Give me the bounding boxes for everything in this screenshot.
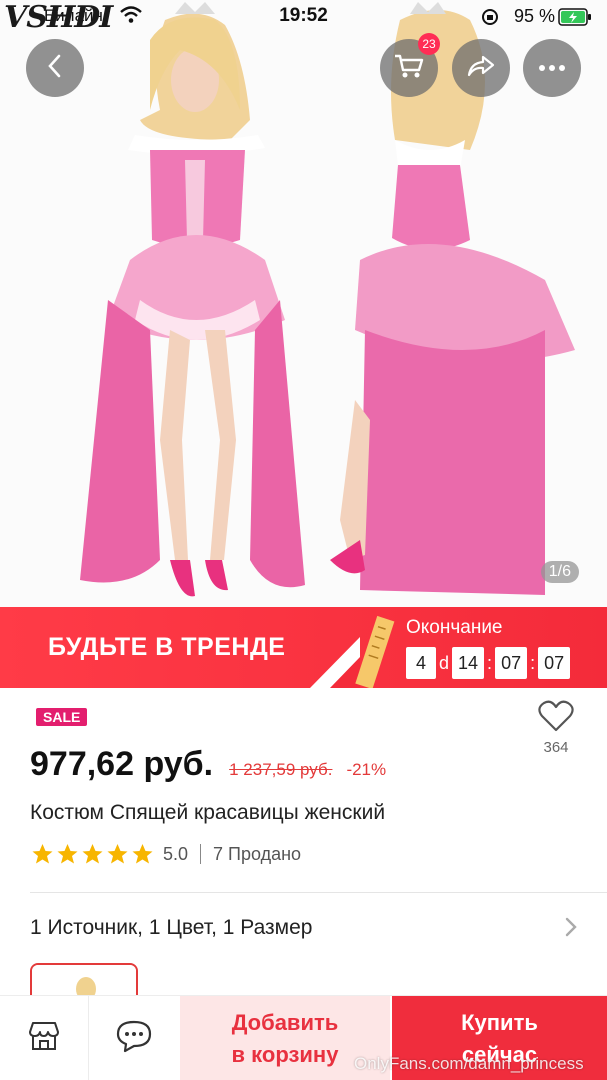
star-icon	[132, 844, 153, 864]
rating-stars	[30, 842, 155, 866]
chat-button[interactable]	[89, 996, 179, 1080]
promo-end-label: Окончание	[406, 617, 503, 638]
section-divider	[30, 892, 607, 893]
cart-button[interactable]: 23	[380, 33, 440, 97]
chevron-right-icon[interactable]	[564, 916, 578, 944]
variants-selector-label[interactable]: 1 Источник, 1 Цвет, 1 Размер	[30, 916, 312, 940]
old-price: 1 237,59 руб.	[229, 760, 333, 779]
countdown-separator: :	[487, 652, 493, 673]
store-button[interactable]	[0, 996, 88, 1080]
countdown-hours: 14	[452, 647, 485, 679]
promo-banner[interactable]: БУДЬТЕ В ТРЕНДЕ Окончание 4 d 14 : 07 : …	[0, 607, 607, 688]
site-watermark-logo: VSHDI	[4, 0, 113, 35]
cart-count-badge: 23	[418, 33, 440, 55]
heart-icon	[538, 700, 574, 736]
current-price: 977,62 руб.	[30, 745, 214, 783]
chat-bubble-icon	[115, 1019, 153, 1058]
store-icon	[27, 1020, 61, 1057]
shopping-cart-icon	[393, 52, 425, 85]
countdown-seconds: 07	[538, 647, 571, 679]
rating-divider	[200, 844, 202, 864]
star-icon	[32, 844, 53, 864]
add-to-cart-label-line1: Добавить	[231, 1009, 339, 1035]
rating-row[interactable]: 5.0 7 Продано	[30, 842, 301, 866]
star-icon	[57, 844, 78, 864]
product-page: Билайн 19:52 95 % VSHDI 23 1/6 БУДЬТЕ В …	[0, 0, 607, 1080]
battery-percent: 95 %	[513, 6, 555, 26]
product-title: Костюм Спящей красавицы женский	[30, 801, 386, 824]
countdown-timer: 4 d 14 : 07 : 07	[406, 647, 571, 679]
countdown-days-unit: d	[439, 652, 450, 673]
countdown-minutes: 07	[495, 647, 528, 679]
more-options-button[interactable]	[523, 39, 581, 97]
sold-count: 7 Продано	[213, 843, 302, 864]
price-row: 977,62 руб. 1 237,59 руб. -21%	[30, 745, 386, 784]
chevron-left-icon	[45, 53, 65, 84]
battery-icon	[558, 8, 592, 31]
promo-title: БУДЬТЕ В ТРЕНДЕ	[48, 633, 286, 661]
star-icon	[82, 844, 103, 864]
countdown-days: 4	[406, 647, 436, 679]
product-photo	[0, 0, 607, 607]
wishlist-count: 364	[543, 739, 569, 756]
more-dots-icon	[538, 59, 566, 77]
discount-percent: -21%	[346, 760, 387, 779]
countdown-separator: :	[530, 652, 536, 673]
product-image-gallery[interactable]: Билайн 19:52 95 % VSHDI 23 1/6	[0, 0, 607, 607]
star-icon	[107, 844, 128, 864]
share-button[interactable]	[452, 39, 510, 97]
sale-badge: SALE	[36, 708, 88, 726]
rotation-lock-icon	[481, 8, 499, 31]
image-counter: 1/6	[540, 561, 579, 583]
overlay-watermark-text: OnlyFans.com/damn_princess	[354, 1054, 584, 1073]
share-arrow-icon	[466, 54, 496, 83]
rating-value: 5.0	[163, 843, 189, 864]
promo-decoration	[310, 615, 395, 688]
buy-now-label-line1: Купить	[461, 1009, 538, 1035]
wishlist-button[interactable]: 364	[534, 700, 578, 756]
add-to-cart-label-line2: в корзину	[231, 1041, 339, 1067]
back-button[interactable]	[26, 39, 84, 97]
